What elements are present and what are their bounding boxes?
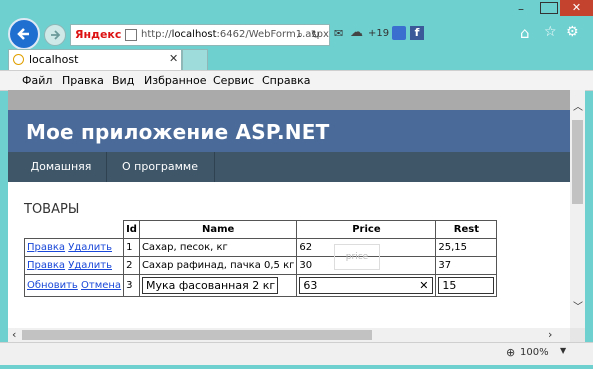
table-row: Правка Удалить 2 Сахар рафинад, пачка 0,… <box>23 256 498 275</box>
menu-file[interactable]: Файл <box>22 74 52 87</box>
favorites-icon[interactable]: ☆ <box>544 24 557 40</box>
scroll-corner <box>570 328 585 342</box>
arrow-left-icon <box>17 28 29 40</box>
menu-favorites[interactable]: Избранное <box>144 74 206 87</box>
status-bar: ⊕ 100% ▼ <box>0 342 593 365</box>
menu-bar: Файл Правка Вид Избранное Сервис Справка <box>0 70 593 91</box>
menu-help[interactable]: Справка <box>262 74 310 87</box>
clear-input-icon[interactable]: ✕ <box>419 278 428 293</box>
settings-gear-icon[interactable]: ⚙ <box>566 24 579 40</box>
maximize-button[interactable] <box>540 2 558 14</box>
minimize-button[interactable]: – <box>518 2 538 16</box>
site-header: Мое приложение ASP.NET <box>8 110 570 152</box>
header-id: Id <box>123 220 140 239</box>
tab-title: localhost <box>29 53 79 66</box>
grid-header-row: Id Name Price Rest <box>24 220 498 239</box>
page-icon <box>125 29 137 41</box>
arrow-right-icon <box>51 30 61 40</box>
price-input[interactable]: 63 ✕ <box>299 277 434 294</box>
window-title-bar: – ✕ <box>0 0 593 18</box>
back-button[interactable] <box>8 18 40 50</box>
delete-link[interactable]: Удалить <box>68 260 112 271</box>
weather-value[interactable]: +19 <box>368 28 389 39</box>
zoom-dropdown-icon[interactable]: ▼ <box>560 346 566 355</box>
rest-input[interactable]: 15 <box>438 277 495 294</box>
vertical-scroll-thumb[interactable] <box>572 120 583 204</box>
cell-id: 2 <box>123 256 140 275</box>
facebook-icon[interactable]: f <box>410 26 424 40</box>
scroll-left-icon[interactable]: ‹ <box>12 328 16 341</box>
cell-rest: 25,15 <box>435 238 498 257</box>
cell-rest: 37 <box>435 256 498 275</box>
top-bar <box>8 90 570 110</box>
cell-id: 1 <box>123 238 140 257</box>
nav-about[interactable]: О программе <box>106 152 215 182</box>
header-name: Name <box>138 220 298 239</box>
close-window-button[interactable]: ✕ <box>560 0 593 16</box>
update-link[interactable]: Обновить <box>27 280 78 291</box>
header-rest: Rest <box>435 220 498 239</box>
scroll-up-icon[interactable]: ︿ <box>573 98 583 113</box>
cell-name: Сахар, песок, кг <box>138 238 298 257</box>
scroll-right-icon[interactable]: › <box>548 328 552 341</box>
cell-id: 3 <box>123 274 140 297</box>
edit-link[interactable]: Правка <box>27 260 65 271</box>
cell-name: Сахар рафинад, пачка 0,5 кг <box>138 256 298 275</box>
ie-icon <box>13 54 24 65</box>
forward-button[interactable] <box>44 24 66 46</box>
extension-icon[interactable] <box>392 26 406 40</box>
scroll-down-icon[interactable]: ﹀ <box>573 298 583 313</box>
mail-icon[interactable]: ✉ <box>334 27 343 40</box>
ghost-label: price <box>334 244 380 270</box>
zoom-level[interactable]: 100% <box>520 347 549 358</box>
address-bar[interactable]: Яндекс http://localhost:6462/WebForm1.as… <box>70 24 330 46</box>
yandex-brand: Яндекс <box>75 28 122 41</box>
nav-home[interactable]: Домашняя <box>16 152 107 182</box>
horizontal-scroll-thumb[interactable] <box>22 330 372 340</box>
new-tab-button[interactable] <box>182 49 208 70</box>
app-title: Мое приложение ASP.NET <box>26 120 330 144</box>
close-tab-icon[interactable]: ✕ <box>169 52 178 65</box>
table-row: Правка Удалить 1 Сахар, песок, кг 62 25,… <box>23 238 498 257</box>
zoom-icon[interactable]: ⊕ <box>506 346 515 359</box>
products-grid: Id Name Price Rest Правка Удалить 1 Саха… <box>23 220 498 297</box>
menu-view[interactable]: Вид <box>112 74 134 87</box>
site-nav: Домашняя О программе <box>8 152 570 182</box>
tab-localhost[interactable]: localhost ✕ <box>8 49 182 70</box>
refresh-icon[interactable]: ↻ <box>311 28 320 41</box>
menu-tools[interactable]: Сервис <box>213 74 254 87</box>
menu-edit[interactable]: Правка <box>62 74 104 87</box>
edit-link[interactable]: Правка <box>27 242 65 253</box>
page-viewport: Мое приложение ASP.NET Домашняя О програ… <box>8 90 570 328</box>
search-icon[interactable]: ⌕ <box>297 28 303 42</box>
horizontal-scrollbar[interactable]: ‹ › <box>8 328 570 342</box>
table-row-editing: Обновить Отмена 3 Мука фасованная 2 кг 6… <box>23 274 498 297</box>
header-price: Price <box>296 220 437 239</box>
vertical-scrollbar[interactable]: ︿ ﹀ <box>570 90 585 328</box>
home-icon[interactable]: ⌂ <box>520 24 530 42</box>
cancel-link[interactable]: Отмена <box>81 280 121 291</box>
cloud-icon: ☁ <box>350 25 363 40</box>
section-title: Товары <box>24 202 80 217</box>
delete-link[interactable]: Удалить <box>68 242 112 253</box>
name-input[interactable]: Мука фасованная 2 кг <box>141 277 278 294</box>
